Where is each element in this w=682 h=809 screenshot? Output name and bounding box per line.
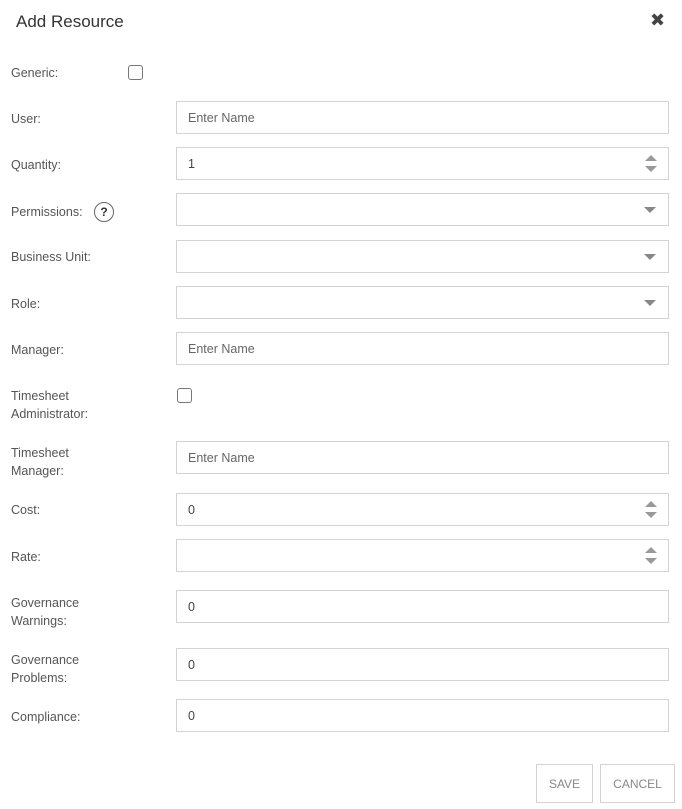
user-label: User: <box>11 112 41 126</box>
gov-warnings-input[interactable] <box>177 591 628 622</box>
role-select[interactable] <box>176 286 669 319</box>
timesheet-manager-input[interactable] <box>177 442 628 473</box>
cost-label: Cost: <box>11 503 41 517</box>
chevron-down-icon <box>644 254 656 260</box>
cost-input[interactable] <box>177 494 628 525</box>
spin-up-icon[interactable] <box>645 501 657 507</box>
gov-warnings-label: Governance Warnings: <box>11 594 79 630</box>
spin-up-icon[interactable] <box>645 547 657 553</box>
spin-down-icon[interactable] <box>645 512 657 518</box>
dialog-title: Add Resource <box>16 12 124 31</box>
gov-problems-input[interactable] <box>177 649 628 680</box>
cost-stepper <box>176 493 669 526</box>
label-line: Timesheet <box>11 446 69 460</box>
label-line: Warnings: <box>11 614 67 628</box>
rate-stepper <box>176 539 669 572</box>
manager-field <box>176 332 669 365</box>
label-line: Administrator: <box>11 407 89 421</box>
quantity-spinner[interactable] <box>645 155 657 173</box>
label-line: Problems: <box>11 671 68 685</box>
cost-spinner[interactable] <box>645 501 657 519</box>
business-unit-label: Business Unit: <box>11 250 91 264</box>
close-icon[interactable]: ✖ <box>650 10 665 31</box>
role-label: Role: <box>11 297 41 311</box>
chevron-down-icon <box>644 207 656 213</box>
quantity-input[interactable] <box>177 148 628 179</box>
permissions-select[interactable] <box>176 193 669 226</box>
timesheet-admin-checkbox[interactable] <box>177 388 192 403</box>
user-input[interactable] <box>177 102 628 133</box>
timesheet-manager-label: Timesheet Manager: <box>11 444 69 480</box>
rate-spinner[interactable] <box>645 547 657 565</box>
manager-label: Manager: <box>11 343 64 357</box>
chevron-down-icon <box>644 300 656 306</box>
quantity-label: Quantity: <box>11 158 62 172</box>
rate-label: Rate: <box>11 550 41 564</box>
spin-down-icon[interactable] <box>645 166 657 172</box>
generic-checkbox[interactable] <box>128 65 143 80</box>
timesheet-admin-label: Timesheet Administrator: <box>11 387 88 423</box>
label-line: Manager: <box>11 464 64 478</box>
help-icon[interactable]: ? <box>94 202 114 222</box>
rate-input[interactable] <box>177 540 628 571</box>
label-line: Governance <box>11 653 80 667</box>
save-button[interactable]: SAVE <box>536 764 593 803</box>
spin-up-icon[interactable] <box>645 155 657 161</box>
generic-label: Generic: <box>11 66 59 80</box>
compliance-label: Compliance: <box>11 710 81 724</box>
quantity-stepper <box>176 147 669 180</box>
spin-down-icon[interactable] <box>645 558 657 564</box>
label-line: Governance <box>11 596 80 610</box>
compliance-field <box>176 699 669 732</box>
cancel-button[interactable]: CANCEL <box>600 764 675 803</box>
manager-input[interactable] <box>177 333 628 364</box>
gov-warnings-field <box>176 590 669 623</box>
label-line: Timesheet <box>11 389 69 403</box>
user-field <box>176 101 669 134</box>
permissions-label: Permissions: <box>11 205 83 219</box>
timesheet-manager-field <box>176 441 669 474</box>
gov-problems-field <box>176 648 669 681</box>
compliance-input[interactable] <box>177 700 628 731</box>
business-unit-select[interactable] <box>176 240 669 273</box>
gov-problems-label: Governance Problems: <box>11 651 79 687</box>
